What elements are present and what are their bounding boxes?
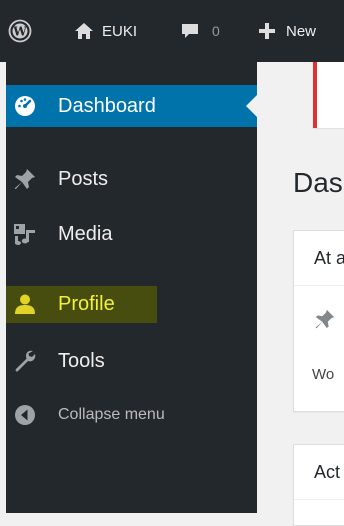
sidebar-item-posts[interactable]: Posts <box>6 158 257 200</box>
sidebar-item-tools[interactable]: Tools <box>6 340 257 382</box>
page-title: Das <box>293 167 343 198</box>
collapse-arrow-icon <box>12 402 38 428</box>
wordpress-logo-icon[interactable]: W <box>8 0 32 62</box>
svg-text:W: W <box>12 25 27 39</box>
at-a-glance-widget: At a Wo <box>293 230 344 412</box>
sidebar-item-label: Posts <box>58 167 109 190</box>
current-menu-arrow <box>246 95 257 117</box>
comments-link[interactable]: 0 <box>180 0 220 62</box>
comment-bubble-icon <box>182 24 198 38</box>
site-name: EUKI <box>102 22 138 40</box>
media-icon <box>12 221 38 247</box>
dashboard-gauge-icon <box>12 93 38 119</box>
sidebar-item-media[interactable]: Media <box>6 213 257 255</box>
wrench-icon <box>12 348 38 374</box>
admin-bar: W EUKI 0 New <box>0 0 344 62</box>
admin-sidebar: Dashboard Posts Media Profile Tools Coll… <box>6 62 257 513</box>
sidebar-item-profile[interactable]: Profile <box>6 283 257 325</box>
collapse-menu-button[interactable]: Collapse menu <box>6 394 257 436</box>
widget-text: Wo <box>312 366 335 383</box>
widget-title[interactable]: Act <box>294 445 344 500</box>
new-content-link[interactable]: New <box>258 0 316 62</box>
sidebar-item-label: Tools <box>58 349 105 372</box>
main-content: Das At a Wo Act <box>257 62 344 526</box>
sidebar-item-label: Profile <box>58 292 115 315</box>
plus-icon <box>259 23 275 39</box>
home-icon <box>75 23 93 39</box>
sidebar-item-dashboard[interactable]: Dashboard <box>6 85 257 127</box>
site-name-link[interactable]: EUKI <box>74 0 137 62</box>
pushpin-icon <box>315 309 335 329</box>
user-icon <box>12 291 38 317</box>
sidebar-item-label: Dashboard <box>58 94 156 117</box>
widget-title[interactable]: At a <box>294 231 344 286</box>
pushpin-icon <box>12 166 38 192</box>
sidebar-item-label: Media <box>58 222 113 245</box>
error-notice <box>313 62 344 128</box>
new-label: New <box>286 22 317 40</box>
activity-widget: Act <box>293 444 344 526</box>
sidebar-item-label: Collapse menu <box>58 406 165 423</box>
comments-count: 0 <box>212 23 220 39</box>
